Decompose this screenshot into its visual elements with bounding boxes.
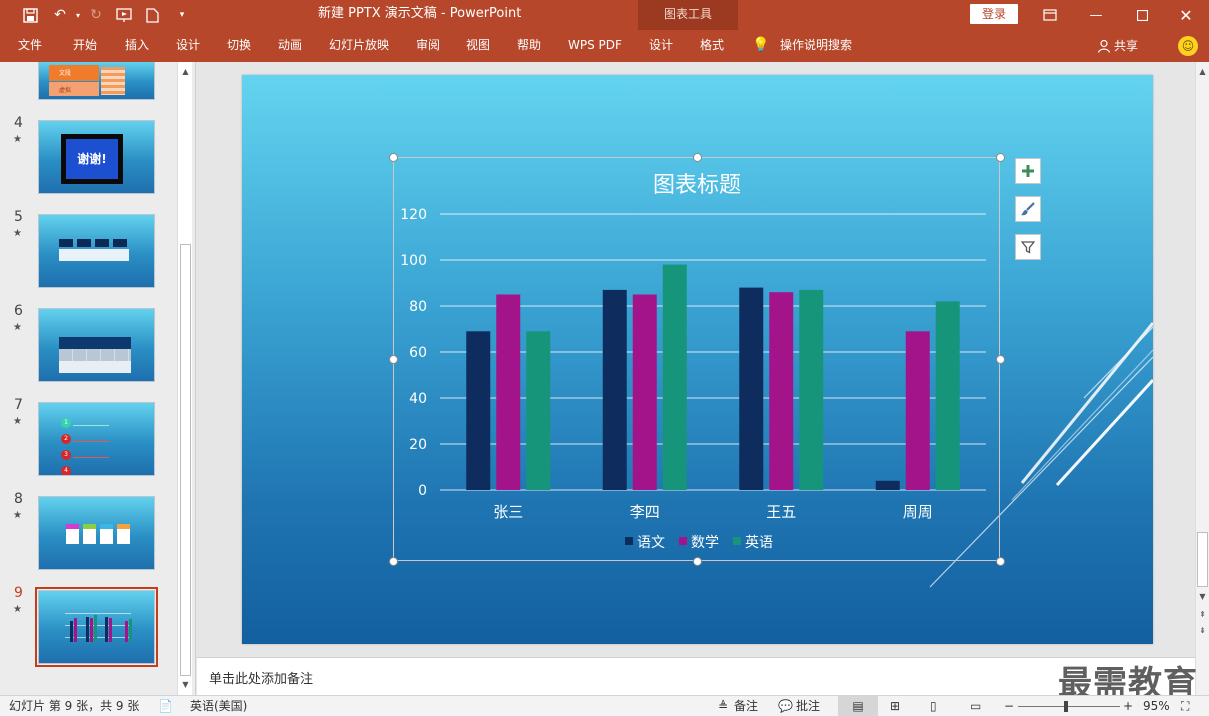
- previous-slide-icon[interactable]: ⇞: [1196, 608, 1209, 622]
- tab-file[interactable]: 文件: [18, 30, 42, 62]
- tab-insert[interactable]: 插入: [125, 30, 149, 62]
- scroll-thumb[interactable]: [1197, 532, 1208, 587]
- chart-filters-funnel-icon[interactable]: [1015, 234, 1041, 260]
- slide-thumbnail-8[interactable]: [38, 496, 155, 570]
- normal-view-icon[interactable]: ▤: [838, 696, 878, 716]
- resize-handle-top-left[interactable]: [389, 153, 398, 162]
- zoom-out-icon[interactable]: −: [1004, 696, 1014, 716]
- tab-slideshow[interactable]: 幻灯片放映: [329, 30, 389, 62]
- share-label: 共享: [1114, 38, 1139, 53]
- tab-home[interactable]: 开始: [73, 30, 97, 62]
- status-bar: 幻灯片 第 9 张，共 9 张 📄 英语(美国) ≜ 备注 💬 批注 ▤ ⊞ ▯…: [0, 695, 1209, 716]
- slide-number: 5: [14, 209, 23, 225]
- chart-elements-plus-icon[interactable]: [1015, 158, 1041, 184]
- customize-toolbar-icon[interactable]: ▾: [168, 0, 196, 30]
- language-status[interactable]: 英语(美国): [190, 696, 247, 716]
- slide-scrollbar[interactable]: ▲ ▼ ⇞ ⇟: [1195, 62, 1209, 695]
- resize-handle-top-right[interactable]: [996, 153, 1005, 162]
- animation-star-icon: ★: [13, 416, 22, 427]
- animation-star-icon: ★: [13, 228, 22, 239]
- thumbnails-scrollbar[interactable]: ▲ ▼: [177, 62, 192, 695]
- chart-selection-frame[interactable]: [393, 157, 1000, 561]
- tab-chart-design[interactable]: 设计: [649, 30, 673, 62]
- scroll-down-icon[interactable]: ▼: [1196, 590, 1209, 604]
- tab-animations[interactable]: 动画: [278, 30, 302, 62]
- slide-sorter-view-icon[interactable]: ⊞: [890, 696, 900, 716]
- chart-styles-brush-icon[interactable]: [1015, 196, 1041, 222]
- slide-thumbnail-7[interactable]: 1 2 3 4: [38, 402, 155, 476]
- close-icon[interactable]: ✕: [1163, 0, 1209, 30]
- scroll-down-icon[interactable]: ▼: [178, 678, 193, 692]
- redo-icon[interactable]: ↻: [82, 0, 110, 30]
- from-beginning-icon[interactable]: [110, 0, 138, 30]
- notes-placeholder: 单击此处添加备注: [209, 672, 314, 687]
- lightbulb-icon: 💡: [752, 37, 770, 53]
- thumb3-label-1: 文段: [59, 70, 72, 77]
- resize-handle-bottom-left[interactable]: [389, 557, 398, 566]
- comments-icon[interactable]: 💬: [778, 696, 793, 716]
- resize-handle-top[interactable]: [693, 153, 702, 162]
- document-title: 新建 PPTX 演示文稿 - PowerPoint: [318, 6, 522, 21]
- slide-number: 7: [14, 397, 23, 413]
- maximize-icon[interactable]: [1119, 0, 1165, 30]
- tab-view[interactable]: 视图: [466, 30, 490, 62]
- tab-chart-format[interactable]: 格式: [700, 30, 724, 62]
- slide-number: 4: [14, 115, 23, 131]
- animation-star-icon: ★: [13, 134, 22, 145]
- chart-tools-label: 图表工具: [663, 7, 712, 21]
- resize-handle-right[interactable]: [996, 355, 1005, 364]
- animation-star-icon: ★: [13, 322, 22, 333]
- thumb7-item: 3: [61, 450, 71, 460]
- resize-handle-bottom-right[interactable]: [996, 557, 1005, 566]
- notes-pane[interactable]: 单击此处添加备注: [197, 657, 1195, 695]
- fit-to-window-icon[interactable]: ⛶: [1181, 696, 1189, 716]
- animation-star-icon: ★: [13, 604, 22, 615]
- slide-number-active: 9: [14, 585, 23, 601]
- zoom-slider-track[interactable]: [1018, 706, 1120, 707]
- reading-view-icon[interactable]: ▯: [930, 696, 937, 716]
- zoom-slider-knob[interactable]: [1064, 701, 1069, 712]
- slide-thumbnail-5[interactable]: [38, 214, 155, 288]
- scroll-thumb[interactable]: [180, 244, 191, 676]
- notes-toggle-icon[interactable]: ≜: [718, 696, 728, 716]
- thumb7-item: 2: [61, 434, 71, 444]
- slide-number: 8: [14, 491, 23, 507]
- tab-review[interactable]: 审阅: [416, 30, 440, 62]
- tab-transitions[interactable]: 切换: [227, 30, 251, 62]
- slideshow-view-icon[interactable]: ▭: [970, 696, 981, 716]
- resize-handle-left[interactable]: [389, 355, 398, 364]
- scroll-up-icon[interactable]: ▲: [1196, 65, 1209, 79]
- share-button[interactable]: 共享: [1097, 30, 1138, 62]
- ribbon-display-options-icon[interactable]: [1027, 0, 1073, 30]
- thumb4-text: 谢谢!: [66, 139, 118, 179]
- resize-handle-bottom[interactable]: [693, 557, 702, 566]
- tell-me-search[interactable]: 操作说明搜索: [780, 30, 852, 62]
- feedback-smiley-icon[interactable]: ☺: [1178, 36, 1198, 56]
- tab-help[interactable]: 帮助: [517, 30, 541, 62]
- person-icon: [1097, 39, 1111, 53]
- tab-design[interactable]: 设计: [176, 30, 200, 62]
- new-file-icon[interactable]: [138, 0, 166, 30]
- slide-number: 6: [14, 303, 23, 319]
- scroll-up-icon[interactable]: ▲: [178, 65, 193, 79]
- login-button[interactable]: 登录: [970, 4, 1018, 24]
- slide-thumbnail-3[interactable]: 文段 虚拟: [38, 62, 155, 100]
- animation-star-icon: ★: [13, 510, 22, 521]
- thumb3-label-2: 虚拟: [59, 87, 72, 94]
- zoom-level[interactable]: 95%: [1143, 696, 1170, 716]
- notes-toggle-button[interactable]: 备注: [734, 696, 758, 716]
- thumb7-item: 1: [61, 418, 71, 428]
- minimize-icon[interactable]: —: [1073, 0, 1119, 30]
- slide-count-status: 幻灯片 第 9 张，共 9 张: [9, 699, 140, 713]
- tab-wps-pdf[interactable]: WPS PDF: [568, 30, 622, 62]
- spelling-check-icon[interactable]: 📄: [158, 696, 173, 716]
- comments-button[interactable]: 批注: [796, 696, 820, 716]
- thumb7-item: 4: [61, 466, 71, 475]
- next-slide-icon[interactable]: ⇟: [1196, 624, 1209, 638]
- slide-thumbnail-9[interactable]: [38, 590, 155, 664]
- slide-thumbnail-4[interactable]: 谢谢!: [38, 120, 155, 194]
- slide-thumbnail-6[interactable]: [38, 308, 155, 382]
- save-icon[interactable]: [16, 0, 44, 30]
- zoom-in-icon[interactable]: +: [1123, 696, 1133, 716]
